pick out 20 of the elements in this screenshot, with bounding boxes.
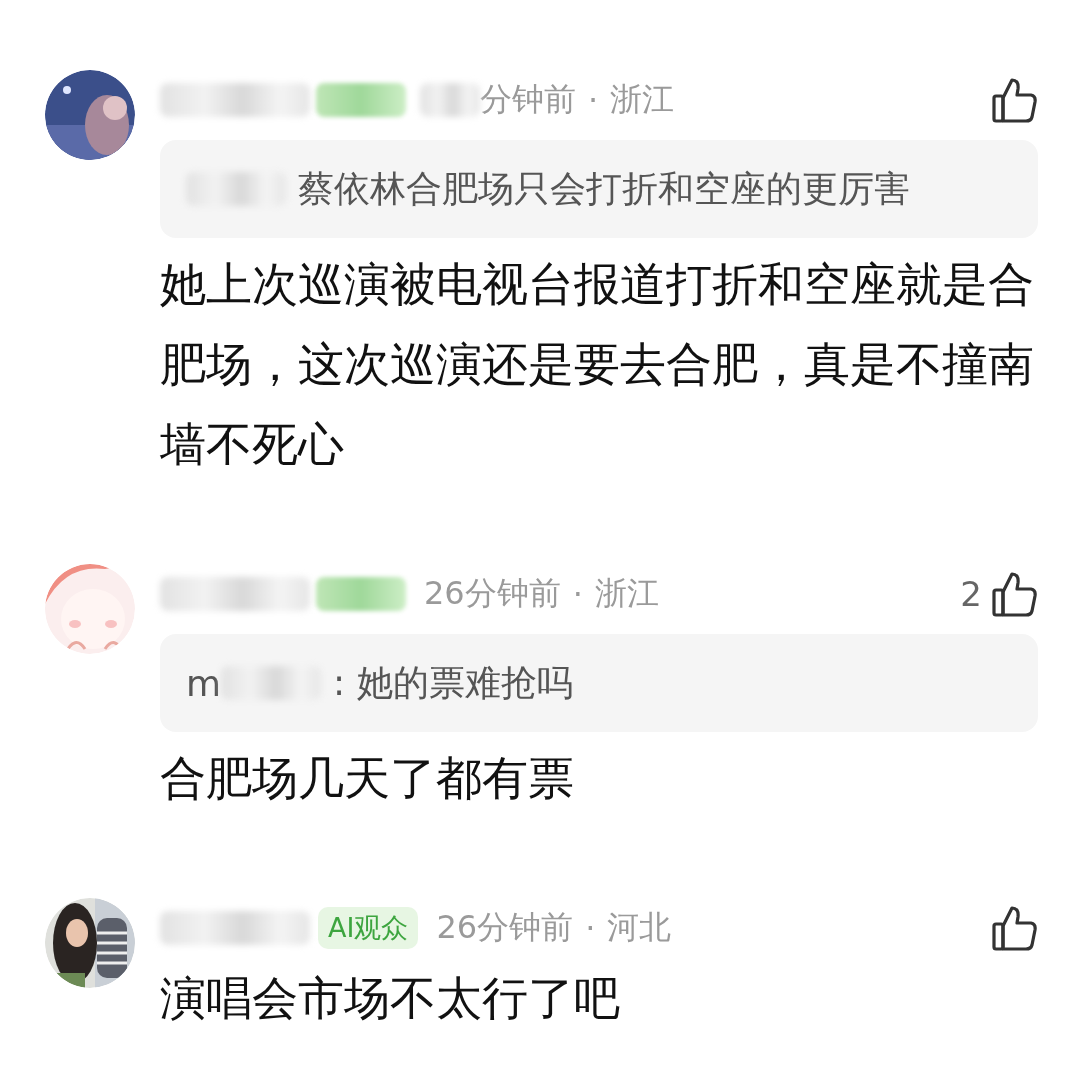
- separator-dot: ·: [588, 81, 599, 119]
- comment-time: 26分钟前: [436, 907, 574, 948]
- like-count: 2: [960, 574, 982, 614]
- comment-time: 26分钟前: [424, 573, 561, 614]
- badge: AI观众: [318, 907, 419, 949]
- thumbs-up-icon[interactable]: [992, 570, 1038, 618]
- quote-text: : 她的票难抢吗: [333, 660, 573, 705]
- comment-text: 演唱会市场不太行了吧: [160, 970, 621, 1027]
- comment-time: 分钟前: [480, 79, 576, 120]
- comment-location: 浙江: [610, 79, 675, 120]
- quote-text: 蔡依林合肥场只会打折和空座的更厉害: [298, 166, 910, 211]
- separator-dot: ·: [572, 575, 583, 613]
- comment-location: 河北: [607, 907, 672, 948]
- comment-text: 她上次巡演被电视台报道打折和空座就是合肥场，这次巡演还是要去合肥，真是不撞南墙不死心: [160, 256, 1035, 473]
- comment-location: 浙江: [594, 573, 659, 614]
- comment-text: 合肥场几天了都有票: [160, 750, 575, 807]
- separator-dot: ·: [585, 909, 596, 947]
- quote-author: m: [186, 662, 222, 704]
- thumbs-up-icon[interactable]: [992, 904, 1038, 952]
- thumbs-up-icon[interactable]: [992, 76, 1038, 124]
